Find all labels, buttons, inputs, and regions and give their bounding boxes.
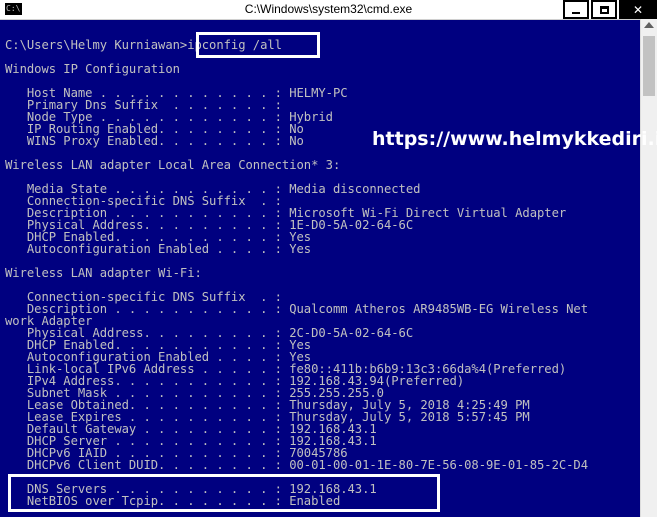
scroll-up-arrow-icon[interactable]: [644, 22, 654, 28]
watermark-url: https://www.helmykkediri.id/: [372, 128, 657, 150]
title-bar[interactable]: C:\ C:\Windows\system32\cmd.exe ✕: [0, 0, 657, 20]
window-title: C:\Windows\system32\cmd.exe: [244, 2, 413, 16]
console-line: DHCPv6 Client DUID. . . . . . . . : 00-0…: [5, 458, 589, 472]
console-line: Description . . . . . . . . . . . : Qual…: [5, 302, 589, 316]
console-line: WINS Proxy Enabled. . . . . . . . : No: [5, 134, 304, 148]
console-line: Wireless LAN adapter Local Area Connecti…: [5, 158, 341, 172]
maximize-button[interactable]: [591, 0, 617, 19]
close-icon: ✕: [632, 2, 644, 17]
dns-highlight-box: [8, 474, 440, 512]
command-highlight-box: [196, 32, 320, 58]
console-output[interactable]: C:\Users\Helmy Kurniawan>ipconfig /all Wi…: [0, 19, 640, 517]
console-line: Autoconfiguration Enabled . . . . : Yes: [5, 242, 312, 256]
maximize-icon: [599, 5, 609, 14]
console-line: Wireless LAN adapter Wi-Fi:: [5, 266, 202, 280]
close-button[interactable]: ✕: [619, 0, 657, 19]
minimize-button[interactable]: [563, 0, 589, 19]
vertical-scrollbar[interactable]: [640, 19, 657, 517]
scroll-thumb[interactable]: [643, 36, 655, 96]
console-line: Windows IP Configuration: [5, 62, 180, 76]
minimize-icon: [572, 11, 580, 14]
